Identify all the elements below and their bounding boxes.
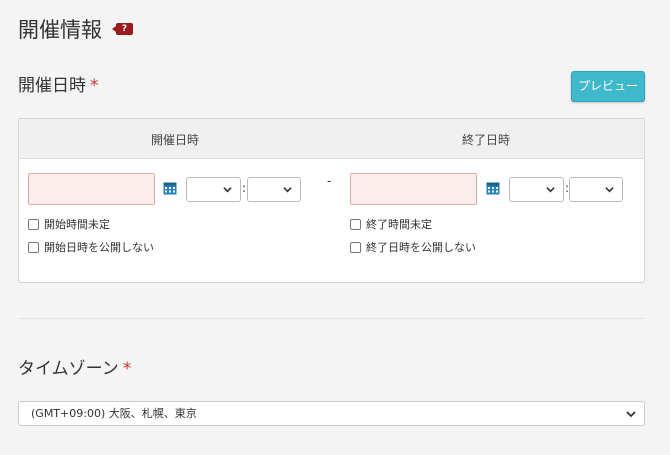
- checkbox-label: 開始日時を公開しない: [44, 241, 154, 254]
- datetime-section-title: 開催日時 *: [18, 71, 99, 96]
- checkbox-label: 終了日時を公開しない: [366, 241, 476, 254]
- chevron-down-icon: [283, 187, 292, 193]
- start-calendar-icon[interactable]: [163, 181, 177, 195]
- start-hour-select[interactable]: [186, 177, 241, 202]
- start-minute-select[interactable]: [247, 177, 301, 202]
- checkbox-box[interactable]: [350, 241, 361, 253]
- chevron-down-icon: [605, 187, 614, 193]
- end-column-header: 終了日時: [462, 133, 511, 147]
- timezone-select[interactable]: (GMT+09:00) 大阪、札幌、東京: [18, 401, 645, 426]
- end-time-undecided-checkbox[interactable]: 終了時間未定: [350, 216, 432, 232]
- help-icon[interactable]: ?: [112, 23, 133, 35]
- start-hide-date-checkbox[interactable]: 開始日時を公開しない: [28, 239, 154, 255]
- start-time-undecided-checkbox[interactable]: 開始時間未定: [28, 216, 110, 232]
- chevron-down-icon: [546, 187, 555, 193]
- timezone-section-title: タイムゾーン *: [18, 354, 131, 379]
- end-date-input[interactable]: [350, 173, 477, 205]
- end-hour-select[interactable]: [509, 177, 564, 202]
- end-calendar-icon[interactable]: [486, 181, 500, 195]
- checkbox-box[interactable]: [28, 218, 39, 230]
- chevron-down-icon: [223, 187, 232, 193]
- chevron-down-icon: [626, 411, 636, 418]
- start-date-input[interactable]: [28, 173, 155, 205]
- datetime-panel-header: 開催日時 終了日時: [19, 119, 644, 159]
- checkbox-label: 開始時間未定: [44, 218, 110, 231]
- end-hide-date-checkbox[interactable]: 終了日時を公開しない: [350, 239, 476, 255]
- checkbox-box[interactable]: [28, 241, 39, 253]
- start-time-separator: :: [242, 181, 247, 195]
- required-mark: *: [122, 359, 132, 379]
- datetime-title-label: 開催日時: [18, 76, 86, 96]
- start-column-header: 開催日時: [151, 133, 200, 147]
- timezone-title-label: タイムゾーン: [18, 359, 119, 379]
- datetime-panel: 開催日時 終了日時 : - : 開始時間未定 開始日時を公開しない 終了時間未定…: [18, 118, 645, 283]
- page-title: 開催情報: [18, 18, 102, 42]
- required-mark: *: [90, 76, 99, 96]
- checkbox-label: 終了時間未定: [366, 218, 432, 231]
- checkbox-box[interactable]: [350, 218, 361, 230]
- section-divider: [18, 318, 645, 319]
- timezone-selected-value: (GMT+09:00) 大阪、札幌、東京: [31, 407, 197, 420]
- end-minute-select[interactable]: [569, 177, 623, 202]
- preview-button[interactable]: プレビュー: [571, 71, 645, 102]
- range-separator: -: [327, 174, 332, 188]
